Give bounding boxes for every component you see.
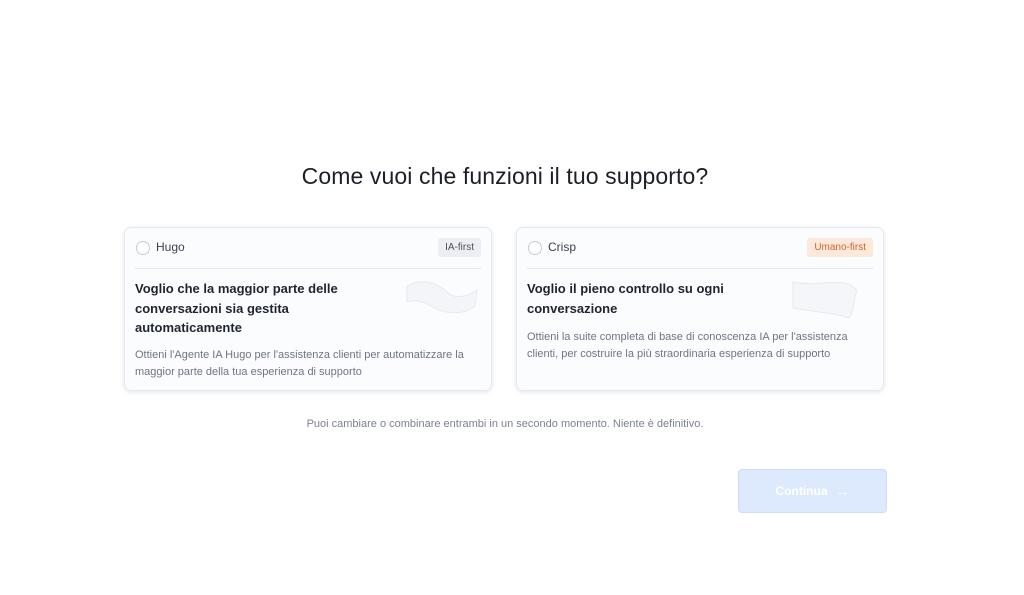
continue-label: Continua	[775, 484, 828, 498]
continue-button[interactable]: Continua →	[738, 469, 887, 513]
option-name: Hugo	[156, 240, 185, 254]
option-card-crisp[interactable]: Crisp Umano-first Voglio il pieno contro…	[516, 227, 884, 391]
option-description: Ottieni la suite completa di base di con…	[527, 331, 848, 360]
option-heading: Voglio il pieno controllo su ogni conver…	[527, 281, 724, 316]
automation-illustration-icon	[406, 281, 478, 314]
option-name: Crisp	[548, 240, 577, 254]
radio-button-crisp[interactable]	[528, 241, 542, 255]
option-heading: Voglio che la maggior parte delle conver…	[135, 281, 338, 335]
radio-button-hugo[interactable]	[136, 241, 150, 255]
page-title: Come vuoi che funzioni il tuo supporto?	[301, 163, 709, 189]
option-description: Ottieni l'Agente IA Hugo per l'assistenz…	[135, 349, 464, 378]
option-card-hugo[interactable]: Hugo IA-first Voglio che la maggior part…	[124, 227, 492, 391]
umano-first-badge: Umano-first	[807, 238, 873, 257]
arrow-right-icon: →	[835, 483, 850, 499]
ia-first-badge: IA-first	[438, 238, 481, 257]
card-header: Crisp Umano-first	[527, 228, 873, 269]
info-note: Puoi cambiare o combinare entrambi in un…	[306, 418, 704, 430]
card-header: Hugo IA-first	[135, 228, 481, 269]
control-illustration-icon	[792, 281, 858, 319]
